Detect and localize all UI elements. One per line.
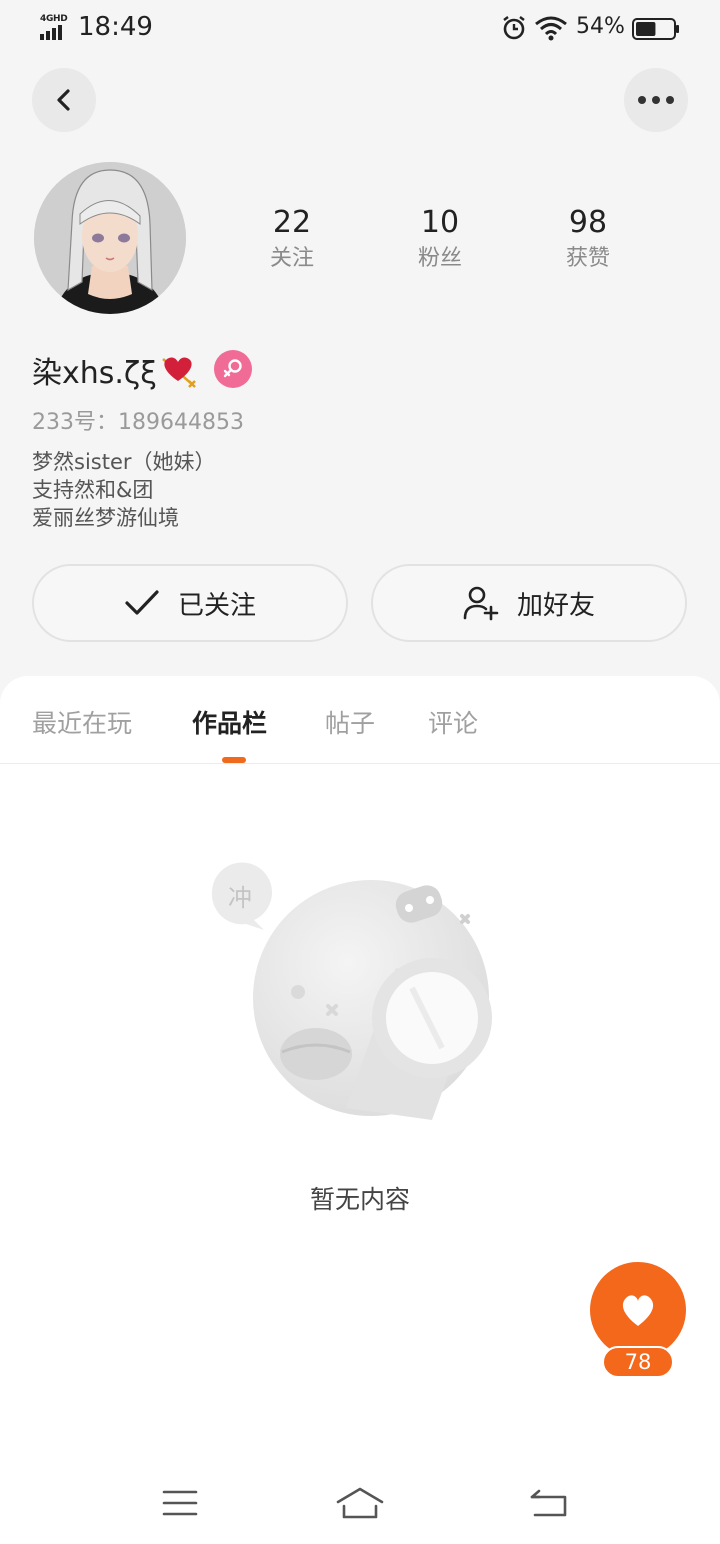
like-count-badge: 78 xyxy=(602,1346,674,1378)
empty-state-message: 暂无内容 xyxy=(309,1185,410,1214)
stat-label: 获赞 xyxy=(565,246,610,271)
add-friend-button[interactable]: 加好友 xyxy=(371,564,687,642)
home-icon xyxy=(336,1487,384,1519)
stat-label: 粉丝 xyxy=(417,246,462,271)
chevron-left-icon xyxy=(57,89,70,111)
stat-following[interactable]: 22 关注 xyxy=(232,206,352,272)
back-button[interactable] xyxy=(32,68,96,132)
username: 染xhs.ζξ xyxy=(32,348,197,392)
wifi-icon xyxy=(535,16,567,41)
tab-divider xyxy=(0,763,720,764)
bio-line: 爱丽丝梦游仙境 xyxy=(32,506,179,530)
stat-value: 22 xyxy=(272,205,312,240)
tab-works[interactable]: 作品栏 xyxy=(192,704,267,740)
stat-value: 10 xyxy=(420,205,460,240)
status-time: 18:49 xyxy=(78,12,153,42)
return-icon xyxy=(530,1489,567,1517)
heart-arrow-emoji-icon xyxy=(162,357,196,388)
female-gender-icon xyxy=(214,350,252,388)
heart-icon xyxy=(622,1295,654,1326)
bio-line: 支持然和&团 xyxy=(32,478,154,502)
signal-icon: 4GHD xyxy=(40,14,70,40)
followed-label: 已关注 xyxy=(177,590,256,621)
home-nav-button[interactable] xyxy=(335,1478,385,1528)
empty-bubble-text: 冲 xyxy=(228,884,252,912)
battery-icon xyxy=(632,18,679,40)
bio: 梦然sister（她妹） 支持然和&团 爱丽丝梦游仙境 xyxy=(32,448,216,532)
empty-state-illustration: 冲 xyxy=(206,858,506,1128)
status-bar: 4GHD 18:49 54% xyxy=(0,0,720,56)
stat-likes[interactable]: 98 获赞 xyxy=(528,206,648,272)
more-dots-icon xyxy=(638,96,674,104)
checkmark-icon xyxy=(124,588,160,618)
menu-icon xyxy=(162,1490,198,1516)
more-button[interactable] xyxy=(624,68,688,132)
alarm-icon xyxy=(503,16,525,40)
bio-line: 梦然sister（她妹） xyxy=(32,450,216,474)
stat-value: 98 xyxy=(568,205,608,240)
avatar[interactable] xyxy=(34,162,186,314)
avatar-image xyxy=(34,162,186,314)
username-text: 染xhs.ζξ xyxy=(32,356,157,391)
add-friend-label: 加好友 xyxy=(516,590,595,621)
user-id: 233号：189644853 xyxy=(32,410,244,435)
tab-comments[interactable]: 评论 xyxy=(428,704,478,740)
like-button[interactable] xyxy=(590,1262,686,1358)
battery-percent: 54% xyxy=(576,14,625,39)
tab-posts[interactable]: 帖子 xyxy=(325,704,375,740)
menu-nav-button[interactable] xyxy=(155,1478,205,1528)
stat-followers[interactable]: 10 粉丝 xyxy=(380,206,500,272)
stat-label: 关注 xyxy=(269,246,314,271)
network-type-label: 4GHD xyxy=(40,14,68,24)
add-user-icon xyxy=(463,585,499,621)
back-nav-button[interactable] xyxy=(524,1478,574,1528)
followed-button[interactable]: 已关注 xyxy=(32,564,348,642)
tab-recently-played[interactable]: 最近在玩 xyxy=(32,704,132,740)
